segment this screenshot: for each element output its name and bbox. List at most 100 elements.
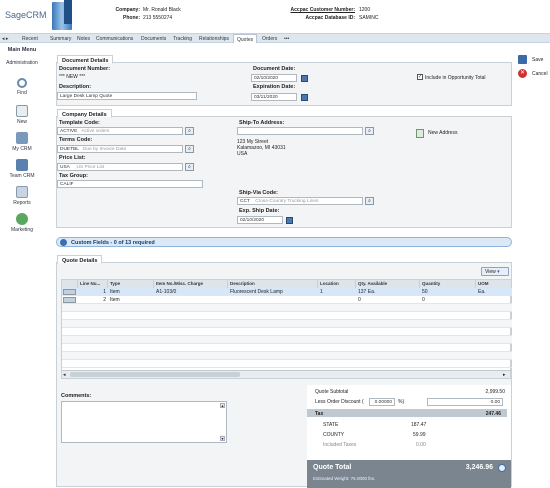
ship-to-input[interactable] (237, 127, 363, 135)
view-dropdown[interactable]: View ▾ (481, 267, 509, 276)
sidebar-item-new[interactable]: New (0, 105, 44, 125)
new-address-icon[interactable] (416, 129, 424, 138)
sidebar-item-marketing[interactable]: Marketing (0, 213, 44, 233)
column-header[interactable]: UOM (476, 280, 512, 288)
doc-date-input[interactable]: 02/10/2020 (251, 74, 297, 82)
company-details-panel: Company Details Template Code: ACTIVE Ac… (56, 109, 512, 228)
save-icon[interactable] (518, 55, 527, 64)
column-header[interactable]: Type (108, 280, 154, 288)
search-icon[interactable]: ⌕ (185, 145, 194, 153)
estimated-weight: Estimated Weight: 75.0000 lbs. (313, 476, 376, 481)
column-header[interactable]: Item No./Misc. Charge (154, 280, 228, 288)
search-icon[interactable]: ⌕ (185, 127, 194, 135)
phone-value: 213 5550274 (143, 15, 173, 21)
horizontal-scrollbar[interactable]: ◂ ▸ (62, 370, 510, 378)
scroll-up-icon[interactable]: ▴ (220, 403, 225, 408)
doc-date-label: Document Date: (253, 66, 296, 72)
select-column-header (62, 280, 78, 288)
tab-summary[interactable]: Summary (50, 36, 71, 42)
new-document-icon (16, 105, 28, 117)
column-header[interactable]: Line Nu... (78, 280, 108, 288)
tab-nav-arrows[interactable]: ◂ ▸ (2, 36, 8, 42)
sidebar-item-reports[interactable]: Reports (0, 186, 44, 206)
tab-tracking[interactable]: Tracking (173, 36, 192, 42)
search-icon[interactable]: ⌕ (185, 163, 194, 171)
calendar-icon[interactable] (301, 75, 308, 82)
template-code-placeholder: Active orders (81, 129, 110, 134)
search-icon[interactable]: ⌕ (365, 127, 374, 135)
sidebar-item-my-crm[interactable]: My CRM (0, 132, 44, 152)
tab-quotes[interactable]: Quotes (233, 34, 258, 43)
exp-ship-date-input[interactable]: 02/10/2020 (237, 216, 283, 224)
sidebar-item-administration[interactable]: Administration (0, 60, 44, 66)
tab-documents[interactable]: Documents (141, 36, 166, 42)
accpac-customer-label[interactable]: Accpac Customer Number: (250, 7, 355, 13)
calendar-icon[interactable] (301, 94, 308, 101)
discount-amount-input[interactable]: 0.00 (427, 398, 503, 406)
column-header[interactable]: Quantity (420, 280, 476, 288)
cell-type: Item (110, 297, 120, 303)
empty-row (62, 320, 512, 328)
search-icon[interactable]: ⌕ (365, 197, 374, 205)
column-header[interactable]: Qty. Available (356, 280, 420, 288)
marketing-icon (16, 213, 28, 225)
custom-fields-bar[interactable]: Custom Fields - 0 of 13 required (56, 237, 512, 247)
tab-communications[interactable]: Communications (96, 36, 133, 42)
column-header[interactable]: Description (228, 280, 318, 288)
sidebar-label: Find (17, 90, 27, 96)
tab-more[interactable]: ••• (284, 36, 289, 42)
ship-to-label: Ship-To Address: (239, 120, 285, 126)
cancel-icon[interactable]: ✕ (518, 69, 527, 78)
expiration-label: Expiration Date: (253, 84, 296, 90)
tab-notes[interactable]: Notes (77, 36, 90, 42)
price-list-value: USA (60, 165, 70, 170)
view-label: View (485, 269, 496, 275)
terms-code-input[interactable]: DUETBL Due by Invoice Date (57, 145, 183, 153)
save-button[interactable]: Save (532, 57, 543, 63)
tab-recent[interactable]: Recent (22, 36, 38, 42)
included-taxes-label: Included Taxes (323, 442, 357, 448)
app-header: SageCRM Company: Mr. Ronald Black Phone:… (0, 0, 550, 33)
price-list-label: Price List: (59, 155, 86, 161)
cancel-button[interactable]: Cancel (532, 71, 548, 77)
discount-percent-input[interactable]: 0.00000 (369, 398, 395, 406)
tab-relationships[interactable]: Relationships (199, 36, 229, 42)
company-building-icon (52, 0, 72, 30)
cell-line-number: 1 (103, 289, 106, 295)
column-header[interactable]: Location (318, 280, 356, 288)
cell-item-number: A1-103/0 (156, 289, 177, 295)
ship-via-input[interactable]: CCT Cross-Country Trucking Lines (237, 197, 363, 205)
scroll-left-icon[interactable]: ◂ (63, 372, 66, 378)
price-list-input[interactable]: USA US Price List (57, 163, 183, 171)
scroll-right-icon[interactable]: ▸ (503, 372, 506, 378)
table-row[interactable]: 2 Item 0 0 (62, 296, 512, 304)
scrollbar-thumb[interactable] (70, 372, 240, 377)
table-row[interactable]: 1 Item A1-103/0 Fluorescent Desk Lamp 1 … (62, 288, 512, 296)
discount-label: Less Order Discount ( (315, 399, 364, 405)
refresh-icon[interactable] (498, 464, 506, 472)
new-address-link[interactable]: New Address (428, 130, 457, 136)
row-menu-icon[interactable] (63, 297, 76, 303)
opportunity-checkbox[interactable]: ✓ (417, 74, 423, 80)
percent-label: %) (398, 399, 405, 405)
cell-type: Item (110, 289, 120, 295)
scroll-down-icon[interactable]: ▾ (220, 436, 225, 441)
expiration-input[interactable]: 03/11/2020 (251, 93, 297, 101)
expand-icon[interactable] (60, 239, 67, 246)
app-logo: SageCRM (5, 10, 47, 20)
included-taxes-value: 0.00 (416, 442, 426, 448)
description-input[interactable]: Large Desk Lamp Quote (57, 92, 197, 100)
document-details-header: Document Details (57, 55, 114, 64)
empty-row (62, 328, 512, 336)
sidebar-item-team-crm[interactable]: Team CRM (0, 159, 44, 179)
calendar-icon[interactable] (286, 217, 293, 224)
comments-textarea[interactable]: ▴ ▾ (61, 401, 227, 443)
empty-row (62, 344, 512, 352)
row-menu-icon[interactable] (63, 289, 76, 295)
tab-orders[interactable]: Orders (262, 36, 277, 42)
sidebar-item-find[interactable]: Find (0, 78, 44, 96)
sidebar: Main Menu Administration Find New My CRM… (0, 44, 44, 487)
subtotal-value: 2,999.50 (485, 389, 505, 395)
tax-group-input[interactable]: CALIF (57, 180, 203, 188)
template-code-input[interactable]: ACTIVE Active orders (57, 127, 183, 135)
